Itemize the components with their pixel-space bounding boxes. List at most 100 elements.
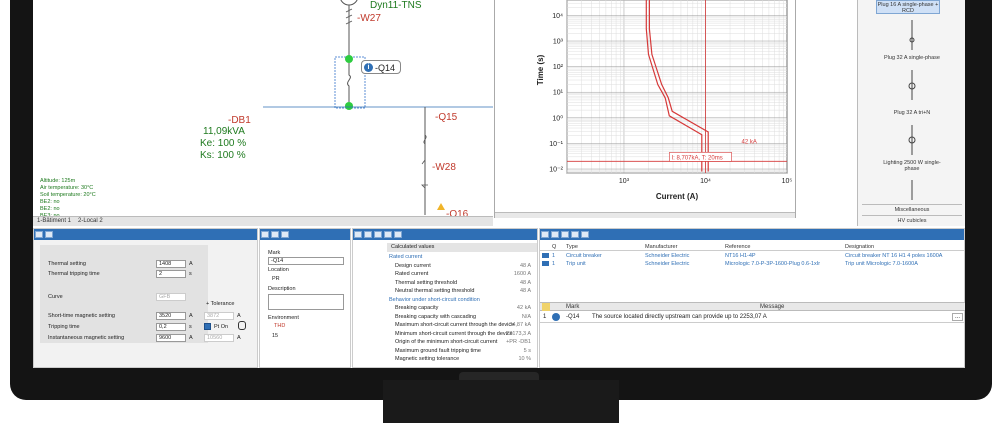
flag-icon[interactable] (581, 231, 589, 238)
short-time-tolerance: 3872 (204, 312, 234, 320)
filter-icon[interactable] (561, 231, 569, 238)
description-label: Description (268, 286, 296, 292)
tab-local-2[interactable]: 2-Local 2 (78, 218, 103, 224)
curve-select[interactable]: GFB (156, 293, 186, 301)
components-header: Q Type Manufacturer Reference Designatio… (540, 243, 965, 251)
library-item[interactable]: Plug 32 A single-phase (880, 55, 944, 61)
calc-value: 48 A (519, 262, 531, 269)
env-line: Altitude: 125m (40, 178, 76, 184)
thermal-tripping-time-label: Thermal tripping time (48, 271, 100, 277)
pt-on-checkbox[interactable] (204, 323, 211, 330)
thermal-setting-input[interactable]: 1408 (156, 260, 186, 268)
env-line: Soil temperature: 20°C (40, 192, 96, 198)
calc-table: Rated current Design current 48 A Rated c… (387, 252, 537, 367)
table-icon[interactable] (364, 231, 372, 238)
settings-toolbar (34, 229, 257, 240)
table-icon[interactable] (374, 231, 382, 238)
col-header[interactable]: Mark (566, 304, 579, 310)
message-row[interactable]: 1 -Q14 The source located directly upstr… (540, 312, 965, 323)
short-time-input[interactable]: 3520 (156, 312, 186, 320)
edit-icon[interactable] (261, 231, 269, 238)
calc-key: Neutral thermal setting threshold (395, 288, 475, 294)
y-tick-label: 10¹ (553, 90, 564, 97)
unit-label: s (189, 271, 192, 277)
cable-w28-label: -W28 (432, 162, 456, 173)
calc-row: Thermal setting threshold 48 A (387, 280, 537, 289)
col-header[interactable]: Message (760, 304, 784, 310)
target-icon[interactable] (271, 231, 279, 238)
table-icon[interactable] (394, 231, 402, 238)
col-header[interactable]: Designation (845, 244, 874, 250)
unit-label: A (237, 313, 241, 319)
board-ke: Ke: 100 % (200, 138, 247, 149)
warning-icon (542, 303, 550, 311)
grid-icon[interactable] (35, 231, 43, 238)
library-category-hv[interactable]: HV cubicles (862, 215, 962, 225)
mark-input[interactable]: -Q14 (268, 257, 344, 265)
calc-key: Design current (395, 262, 431, 269)
transformer-label: Dyn11-TNS (370, 0, 422, 11)
calc-value: 48 A (519, 279, 531, 286)
close-icon[interactable] (281, 231, 289, 238)
calc-key: Breaking capacity (395, 305, 439, 311)
col-header[interactable]: Type (566, 244, 578, 250)
tripping-curve-window: 10³ 10⁴ 10⁵ 10⁴ 10³ 10² 10¹ 10⁰ 10⁻¹ 10⁻² Current … (494, 0, 796, 218)
table-row[interactable]: 1 Circuit breaker Schneider Electric NT1… (540, 252, 965, 260)
export-icon[interactable] (571, 231, 579, 238)
library-category-misc[interactable]: Miscellaneous (862, 204, 962, 214)
table-row[interactable]: 1 Trip unit Schneider Electric Micrologi… (540, 260, 965, 268)
plot-area (566, 0, 788, 174)
library-item[interactable]: Plug 32 A tri+N (880, 110, 944, 116)
annotation-tag: 42 kA (741, 139, 756, 145)
cell-designation: Circuit breaker NT 16 H1 4 poles 1600A (845, 253, 943, 259)
cell-reference: NT16 H1-4P (725, 253, 756, 259)
edit-icon[interactable] (551, 231, 559, 238)
x-tick-label: 10⁵ (782, 178, 793, 185)
monitor-stand (383, 380, 619, 423)
env-line: BE2: no (40, 199, 60, 205)
more-button[interactable]: ... (952, 313, 964, 321)
grid-icon[interactable] (541, 231, 549, 238)
calc-row: Origin of the minimum short-circuit curr… (387, 339, 537, 348)
instantaneous-input[interactable]: 9600 (156, 334, 186, 342)
cable-w27-label: -W27 (357, 13, 381, 24)
unit-label: A (189, 313, 193, 319)
calc-section-sc: Behavior under short-circuit condition (387, 297, 537, 306)
q14-info-badge[interactable]: i -Q14 (361, 60, 401, 74)
y-tick-label: 10⁻¹ (549, 141, 563, 148)
thermal-tripping-time-select[interactable]: 2 (156, 270, 186, 278)
trip-unit-icon (542, 261, 549, 266)
breaker-q15-label: -Q15 (435, 112, 458, 123)
col-header[interactable]: Q (552, 244, 556, 250)
col-header[interactable]: Reference (725, 244, 750, 250)
short-time-label: Short-time magnetic setting (48, 313, 115, 319)
unit-label: A (237, 335, 241, 341)
schematic-canvas[interactable]: Dyn11-TNS -W27 i -Q14 -Q15 -W28 -Q16 -DB… (33, 0, 493, 220)
description-input[interactable] (268, 294, 344, 310)
tripping-time-select[interactable]: 0,2 (156, 323, 186, 331)
unit-label: A (189, 335, 193, 341)
tab-batiment-1[interactable]: 1-Bâtiment 1 (37, 218, 71, 224)
breaker-icon (542, 253, 549, 258)
chart-scrollbar[interactable] (495, 212, 795, 218)
calc-value: 23173,3 A (506, 330, 531, 337)
calc-value: +PR -DB1 (506, 339, 531, 345)
schematic-wires (263, 0, 493, 215)
y-tick-label: 10⁴ (552, 13, 563, 20)
table-icon[interactable] (354, 231, 362, 238)
env-line: Air temperature: 30°C (40, 185, 94, 191)
col-header[interactable]: Manufacturer (645, 244, 677, 250)
instantaneous-label: Instantaneous magnetic setting (48, 335, 125, 341)
list-icon[interactable] (45, 231, 53, 238)
tolerance-label: + Tolerance (206, 301, 235, 307)
board-power: 11,09kVA (203, 126, 245, 137)
calc-row: Design current 48 A (387, 263, 537, 272)
environment-value: 15 (272, 333, 279, 339)
q14-label: -Q14 (375, 63, 396, 73)
library-panel: Plug 16 A single-phase + RCD Plug 32 A s… (857, 0, 965, 226)
calc-key: Breaking capacity with cascading (395, 313, 477, 320)
library-item[interactable]: Lighting 2500 W single-phase (880, 160, 944, 172)
cell-q: 1 (552, 253, 556, 259)
components-toolbar (540, 229, 964, 240)
table-icon[interactable] (384, 231, 392, 238)
